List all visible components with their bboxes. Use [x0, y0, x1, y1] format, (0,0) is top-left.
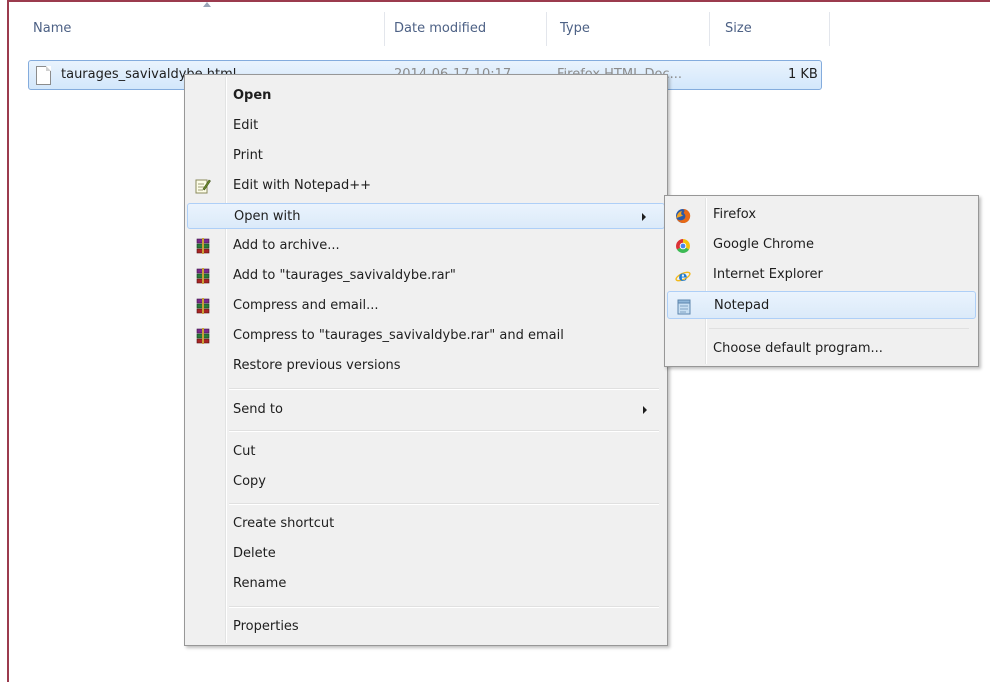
menu-item-label: Edit	[233, 118, 259, 133]
svg-text:e: e	[679, 269, 688, 284]
chevron-right-icon	[642, 213, 646, 221]
menu-item-label: Print	[233, 148, 263, 163]
file-size: 1 KB	[788, 67, 818, 82]
submenu-item-choose-default-program[interactable]: Choose default program...	[667, 335, 976, 363]
menu-item-label: Delete	[233, 546, 276, 561]
menu-separator	[709, 328, 969, 329]
menu-item-send-to[interactable]: Send to	[187, 397, 665, 423]
column-header-date-modified[interactable]: Date modified	[394, 12, 486, 46]
winrar-icon	[195, 268, 211, 284]
internet-explorer-icon: e	[675, 267, 691, 285]
submenu-item-label: Internet Explorer	[713, 267, 823, 282]
menu-item-add-to-rar[interactable]: Add to "taurages_savivaldybe.rar"	[187, 263, 665, 289]
column-divider[interactable]	[829, 12, 830, 46]
sort-ascending-icon	[203, 2, 211, 7]
menu-item-edit[interactable]: Edit	[187, 113, 665, 139]
menu-item-label: Properties	[233, 619, 299, 634]
menu-item-label: Add to "taurages_savivaldybe.rar"	[233, 268, 456, 283]
column-header-bar: Name Date modified Type Size	[9, 2, 990, 46]
menu-item-compress-and-email[interactable]: Compress and email...	[187, 293, 665, 319]
menu-item-label: Rename	[233, 576, 287, 591]
menu-item-label: Add to archive...	[233, 238, 340, 253]
menu-item-delete[interactable]: Delete	[187, 541, 665, 567]
window-frame-left	[7, 0, 9, 682]
winrar-icon	[195, 298, 211, 314]
menu-item-open-with[interactable]: Open with	[187, 203, 665, 229]
firefox-icon	[675, 207, 691, 223]
menu-item-copy[interactable]: Copy	[187, 469, 665, 495]
menu-item-label: Restore previous versions	[233, 358, 401, 373]
chrome-icon	[675, 237, 691, 253]
submenu-item-firefox[interactable]: Firefox	[667, 201, 976, 229]
menu-item-rename[interactable]: Rename	[187, 571, 665, 597]
menu-item-label: Send to	[233, 402, 283, 417]
menu-item-label: Open	[233, 88, 272, 103]
menu-item-label: Edit with Notepad++	[233, 178, 372, 193]
menu-item-label: Open with	[234, 209, 301, 224]
open-with-submenu: Firefox Google Chrome e Internet Explore…	[664, 195, 979, 367]
submenu-item-notepad[interactable]: Notepad	[667, 291, 976, 319]
notepad-icon	[676, 298, 692, 315]
menu-separator	[229, 430, 659, 432]
menu-item-label: Compress to "taurages_savivaldybe.rar" a…	[233, 328, 564, 343]
menu-item-label: Copy	[233, 474, 266, 489]
submenu-item-label: Notepad	[714, 298, 770, 313]
menu-item-add-to-archive[interactable]: Add to archive...	[187, 233, 665, 259]
menu-item-compress-to-rar-and-email[interactable]: Compress to "taurages_savivaldybe.rar" a…	[187, 323, 665, 349]
submenu-item-google-chrome[interactable]: Google Chrome	[667, 231, 976, 259]
column-divider[interactable]	[384, 12, 385, 46]
chevron-right-icon	[643, 406, 647, 414]
submenu-item-label: Google Chrome	[713, 237, 814, 252]
submenu-item-label: Choose default program...	[713, 341, 883, 356]
menu-item-cut[interactable]: Cut	[187, 439, 665, 465]
submenu-item-internet-explorer[interactable]: e Internet Explorer	[667, 261, 976, 289]
column-divider[interactable]	[546, 12, 547, 46]
column-header-name[interactable]: Name	[33, 12, 71, 46]
context-menu: Open Edit Print Edit with Notepad++ Open…	[184, 74, 668, 646]
menu-item-edit-with-notepadpp[interactable]: Edit with Notepad++	[187, 173, 665, 199]
menu-separator	[229, 388, 659, 390]
menu-item-open[interactable]: Open	[187, 83, 665, 109]
column-header-type[interactable]: Type	[560, 12, 590, 46]
menu-item-label: Create shortcut	[233, 516, 335, 531]
menu-item-restore-previous-versions[interactable]: Restore previous versions	[187, 353, 665, 379]
notepadpp-icon	[195, 178, 211, 194]
menu-separator	[229, 503, 659, 505]
menu-item-print[interactable]: Print	[187, 143, 665, 169]
menu-item-label: Cut	[233, 444, 256, 459]
menu-item-label: Compress and email...	[233, 298, 379, 313]
html-file-icon	[36, 66, 51, 85]
menu-separator	[229, 606, 659, 608]
menu-item-create-shortcut[interactable]: Create shortcut	[187, 511, 665, 537]
submenu-item-label: Firefox	[713, 207, 757, 222]
menu-item-properties[interactable]: Properties	[187, 614, 665, 640]
column-header-size[interactable]: Size	[725, 12, 752, 46]
winrar-icon	[195, 328, 211, 344]
winrar-icon	[195, 238, 211, 254]
column-divider[interactable]	[709, 12, 710, 46]
